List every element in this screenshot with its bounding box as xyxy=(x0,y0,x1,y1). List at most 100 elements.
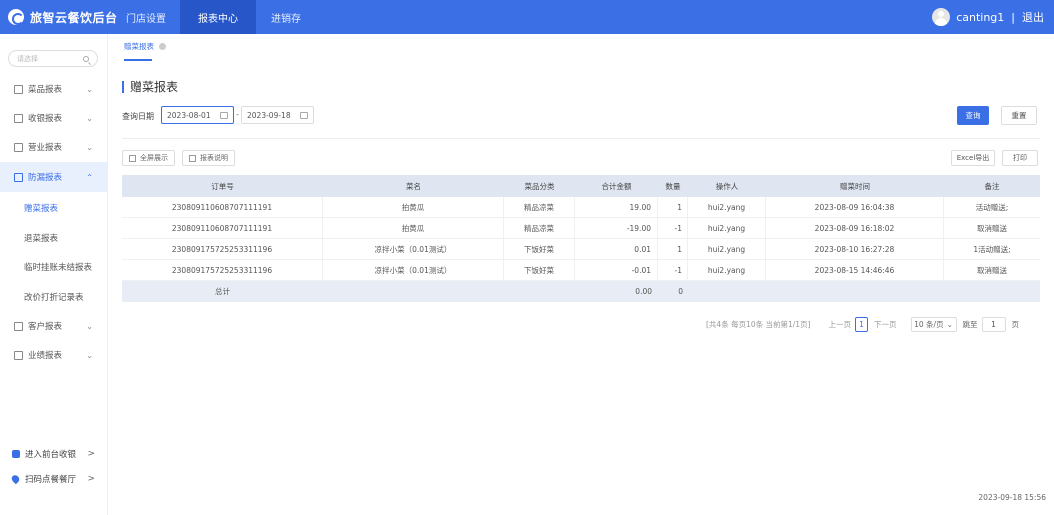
logout-link[interactable]: 退出 xyxy=(1022,9,1044,25)
page-title: 赠菜报表 xyxy=(122,78,178,95)
sidebar-subitem-return-report[interactable]: 退菜报表 xyxy=(0,223,107,253)
main-content: 赠菜报表 赠菜报表 查询日期 2023-08-01 - 2023-09-18 查… xyxy=(108,34,1054,515)
nav-inventory[interactable]: 进销存 xyxy=(256,0,316,34)
remark-cell: 取消赠送 xyxy=(977,265,1007,275)
query-button[interactable]: 查询 xyxy=(957,106,989,125)
gift-time-cell: 2023-08-10 16:27:28 xyxy=(766,239,944,259)
column-header[interactable]: 菜品分类 xyxy=(504,175,575,197)
date-from-value: 2023-08-01 xyxy=(167,110,211,120)
column-header[interactable]: 订单号 xyxy=(122,175,323,197)
search-placeholder: 请选择 xyxy=(17,54,38,63)
column-header[interactable]: 合计金额 xyxy=(575,175,658,197)
report-description-label: 报表说明 xyxy=(200,154,228,162)
page-size-select[interactable]: 10 条/页 ⌄ xyxy=(910,316,957,332)
prev-page-button[interactable]: 上一页 xyxy=(829,319,852,330)
page-number-button[interactable]: 1 xyxy=(855,316,869,332)
enter-front-cashier-link[interactable]: 进入前台收银 > xyxy=(0,443,107,465)
sidebar-search-input[interactable]: 请选择 xyxy=(8,50,98,67)
filter-date-label: 查询日期 xyxy=(122,112,154,121)
nav-store-settings[interactable]: 门店设置 xyxy=(114,0,180,34)
sidebar-item-cashier-report[interactable]: 收银报表 ⌄ xyxy=(0,103,107,133)
excel-export-button[interactable]: Excel导出 xyxy=(951,150,995,166)
print-button[interactable]: 打印 xyxy=(1002,150,1038,166)
gift-time-cell: 2023-08-15 14:46:46 xyxy=(766,260,944,280)
column-header[interactable]: 赠菜时间 xyxy=(766,175,944,197)
fullscreen-label: 全屏展示 xyxy=(140,154,168,162)
close-icon[interactable] xyxy=(159,43,166,50)
order-number-cell: 230809175725253311196 xyxy=(122,260,323,280)
amount-cell: 19.00 xyxy=(575,197,658,217)
dish-name-cell: 拍黄瓜 xyxy=(323,197,504,217)
sidebar-subitem-credit-report[interactable]: 临时挂账未结报表 xyxy=(0,252,107,282)
bottom-link-label: 进入前台收银 xyxy=(25,450,77,460)
avatar[interactable] xyxy=(932,8,951,26)
chevron-right-icon: > xyxy=(87,474,95,484)
sidebar-item-performance-report[interactable]: 业绩报表 ⌄ xyxy=(0,340,107,370)
reset-button[interactable]: 重置 xyxy=(1001,106,1037,125)
username[interactable]: canting1 xyxy=(956,11,1004,24)
table-total-row: 总计 0.00 0 xyxy=(122,281,1040,302)
column-header[interactable]: 操作人 xyxy=(688,175,766,197)
app-logo[interactable]: 旅智云餐饮后台 xyxy=(8,0,118,34)
operator-cell: hui2.yang xyxy=(688,218,766,238)
table-row[interactable]: 230809110608707111191 拍黄瓜 精品凉菜 -19.00 -1… xyxy=(122,218,1040,239)
leak-report-icon xyxy=(14,172,23,182)
operator-cell: hui2.yang xyxy=(688,260,766,280)
report-description-button[interactable]: 报表说明 xyxy=(182,150,235,166)
tab-label: 赠菜报表 xyxy=(124,42,154,51)
total-quantity: 0 xyxy=(678,287,683,296)
remark-cell: 活动赠送; xyxy=(975,202,1009,212)
location-pin-icon xyxy=(10,473,21,485)
column-header[interactable]: 菜名 xyxy=(323,175,504,197)
sidebar-item-customer-report[interactable]: 客户报表 ⌄ xyxy=(0,311,107,341)
category-cell: 下饭好菜 xyxy=(504,239,575,259)
chevron-down-icon: ⌄ xyxy=(86,84,93,94)
sidebar-item-label: 收银报表 xyxy=(28,114,63,124)
chevron-down-icon: ⌄ xyxy=(946,319,953,329)
remark-cell: 1活动赠送; xyxy=(973,244,1011,254)
date-range-dash: - xyxy=(236,110,239,119)
dish-name-cell: 凉拌小菜（0.01测试） xyxy=(323,260,504,280)
operator-cell: hui2.yang xyxy=(688,239,766,259)
search-icon[interactable] xyxy=(83,55,89,62)
tab-gift-report[interactable]: 赠菜报表 xyxy=(124,41,166,52)
operator-cell: hui2.yang xyxy=(688,197,766,217)
table-row[interactable]: 230809110608707111191 拍黄瓜 精品凉菜 19.00 1 h… xyxy=(122,197,1040,218)
gift-time-cell: 2023-08-09 16:18:02 xyxy=(766,218,944,238)
table-row[interactable]: 230809175725253311196 凉拌小菜（0.01测试） 下饭好菜 … xyxy=(122,239,1040,260)
chevron-down-icon: ⌄ xyxy=(86,350,93,360)
dish-name-cell: 凉拌小菜（0.01测试） xyxy=(323,239,504,259)
sidebar-item-label: 客户报表 xyxy=(28,322,63,332)
footer-datetime: 2023-09-18 15:56 xyxy=(978,493,1046,502)
sidebar: 请选择 菜品报表 ⌄ 收银报表 ⌄ 营业报表 ⌄ 防漏报表 ⌃ 赠菜报表 退菜报… xyxy=(0,34,108,515)
divider xyxy=(122,138,1040,139)
dish-name-cell: 拍黄瓜 xyxy=(323,218,504,238)
top-bar: 旅智云餐饮后台 门店设置 报表中心 进销存 canting1 | 退出 xyxy=(0,0,1054,34)
column-header[interactable]: 数量 xyxy=(658,175,688,197)
table-row[interactable]: 230809175725253311196 凉拌小菜（0.01测试） 下饭好菜 … xyxy=(122,260,1040,281)
sidebar-item-dish-report[interactable]: 菜品报表 ⌄ xyxy=(0,74,107,104)
fullscreen-button[interactable]: 全屏展示 xyxy=(122,150,175,166)
date-to-input[interactable]: 2023-09-18 xyxy=(241,106,314,124)
sidebar-item-business-report[interactable]: 营业报表 ⌄ xyxy=(0,132,107,162)
cashier-icon xyxy=(12,450,20,458)
date-from-input[interactable]: 2023-08-01 xyxy=(161,106,234,124)
chart-icon xyxy=(189,154,196,162)
sidebar-item-leak-report[interactable]: 防漏报表 ⌃ xyxy=(0,162,107,192)
pagination: [共4条 每页10条 当前第1/1页] 上一页 1 下一页 10 条/页 ⌄ 跳… xyxy=(706,316,1019,332)
sidebar-subitem-gift-report[interactable]: 赠菜报表 xyxy=(0,193,107,223)
user-area: canting1 | 退出 xyxy=(932,0,1044,34)
total-amount: 0.00 xyxy=(635,287,652,296)
gift-report-table: 订单号 菜名 菜品分类 合计金额 数量 操作人 赠菜时间 备注 23080911… xyxy=(122,175,1040,302)
sidebar-item-label: 业绩报表 xyxy=(28,351,63,361)
column-header[interactable]: 备注 xyxy=(944,175,1040,197)
scan-order-restaurant-link[interactable]: 扫码点餐餐厅 > xyxy=(0,468,107,490)
top-nav: 门店设置 报表中心 进销存 xyxy=(114,0,316,34)
bottom-link-label: 扫码点餐餐厅 xyxy=(25,475,77,485)
nav-report-center[interactable]: 报表中心 xyxy=(180,0,256,34)
sidebar-subitem-discount-log[interactable]: 改价打折记录表 xyxy=(0,282,107,312)
amount-cell: 0.01 xyxy=(575,239,658,259)
order-number-cell: 230809175725253311196 xyxy=(122,239,323,259)
next-page-button[interactable]: 下一页 xyxy=(874,319,897,330)
goto-page-input[interactable]: 1 xyxy=(981,316,1006,332)
